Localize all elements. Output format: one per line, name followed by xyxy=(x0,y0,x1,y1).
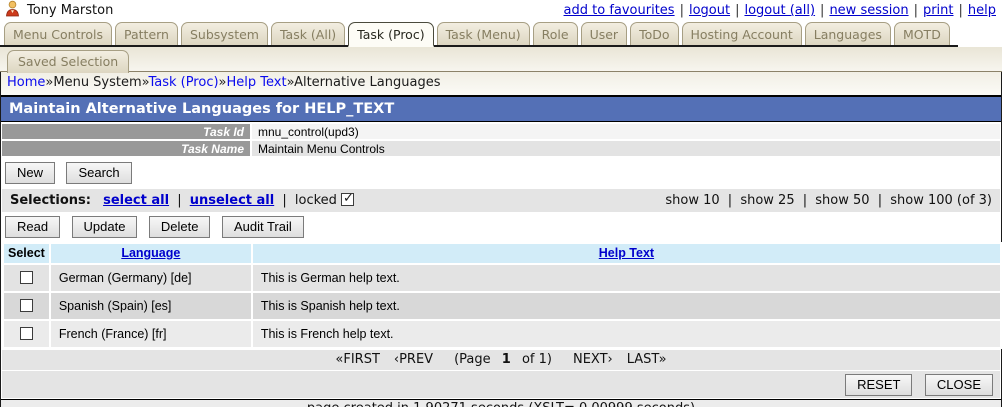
link-help[interactable]: help xyxy=(968,3,996,18)
locked-label: locked xyxy=(294,192,337,208)
select-all-link[interactable]: select all xyxy=(103,193,169,208)
tab-hosting-account[interactable]: Hosting Account xyxy=(681,22,802,45)
language-cell: French (France) [fr] xyxy=(50,321,251,347)
search-button[interactable]: Search xyxy=(66,162,132,184)
languages-table: Select Language Help Text German (German… xyxy=(2,242,1002,349)
language-cell: Spanish (Spain) [es] xyxy=(50,293,251,319)
table-row: German (Germany) [de] This is German hel… xyxy=(4,265,1000,291)
breadcrumb-task-proc[interactable]: Task (Proc) xyxy=(148,75,218,90)
delete-button[interactable]: Delete xyxy=(148,216,211,238)
page-indicator: (Page 1 of 1) xyxy=(454,352,552,367)
link-print[interactable]: print xyxy=(923,3,954,18)
last-page-link[interactable]: LAST» xyxy=(627,352,667,367)
help-text-cell: This is Spanish help text. xyxy=(252,293,1000,319)
task-name-value: Maintain Menu Controls xyxy=(252,141,1000,156)
new-button[interactable]: New xyxy=(5,162,56,184)
tab-user[interactable]: User xyxy=(580,22,628,45)
secondary-tab-bar: Saved Selection xyxy=(0,47,1002,73)
detail-row-task-id: Task Id mnu_control(upd3) xyxy=(2,124,1000,139)
pagination-bar: «FIRST ‹PREV (Page 1 of 1) NEXT› LAST» xyxy=(2,350,1000,370)
close-button[interactable]: CLOSE xyxy=(924,374,993,396)
top-bar: Tony Marston add to favourites | logout | … xyxy=(0,0,1002,20)
language-cell: German (Germany) [de] xyxy=(50,265,251,291)
current-page-number: 1 xyxy=(501,352,511,367)
tab-saved-selection[interactable]: Saved Selection xyxy=(7,50,130,73)
tab-todo[interactable]: ToDo xyxy=(630,22,679,45)
selections-label: Selections: xyxy=(10,192,91,208)
read-button[interactable]: Read xyxy=(5,216,61,238)
content-frame: Home Menu System Task (Proc) Help Text Alter… xyxy=(0,72,1002,407)
user-icon xyxy=(4,0,21,21)
tab-languages[interactable]: Languages xyxy=(804,22,891,45)
update-button[interactable]: Update xyxy=(71,216,138,238)
audit-trail-button[interactable]: Audit Trail xyxy=(221,216,304,238)
tab-pattern[interactable]: Pattern xyxy=(115,22,178,45)
show-100-option[interactable]: show 100 xyxy=(890,193,953,208)
selections-bar: Selections: select all | unselect all | … xyxy=(2,189,1000,212)
user-name: Tony Marston xyxy=(27,3,114,18)
tab-motd[interactable]: MOTD xyxy=(893,22,950,45)
task-id-label: Task Id xyxy=(2,124,250,139)
selections-left: Selections: select all | unselect all | … xyxy=(10,191,355,208)
prev-page-link[interactable]: ‹PREV xyxy=(394,352,433,367)
detail-row-task-name: Task Name Maintain Menu Controls xyxy=(2,141,1000,156)
top-button-row: New Search xyxy=(1,159,1001,188)
show-options: show 10 | show 25 | show 50 | show 100 (… xyxy=(665,192,992,208)
show-10-option[interactable]: show 10 xyxy=(665,193,719,208)
link-logout[interactable]: logout xyxy=(689,3,730,18)
help-text-column-sort-link[interactable]: Help Text xyxy=(599,246,654,260)
help-text-cell: This is German help text. xyxy=(252,265,1000,291)
breadcrumb-home[interactable]: Home xyxy=(7,75,45,90)
reset-button[interactable]: RESET xyxy=(845,374,913,396)
tab-task-all[interactable]: Task (All) xyxy=(270,22,346,45)
breadcrumb: Home Menu System Task (Proc) Help Text Alter… xyxy=(1,72,1001,95)
mid-button-row: Read Update Delete Audit Trail xyxy=(1,213,1001,242)
tab-role[interactable]: Role xyxy=(532,22,578,45)
total-count: (of 3) xyxy=(956,192,992,208)
row-select-checkbox[interactable] xyxy=(19,299,33,312)
breadcrumb-menu-system: Menu System xyxy=(53,75,142,90)
table-row: French (France) [fr] This is French help… xyxy=(4,321,1000,347)
task-name-label: Task Name xyxy=(2,141,250,156)
help-text-cell: This is French help text. xyxy=(252,321,1000,347)
tab-subsystem[interactable]: Subsystem xyxy=(180,22,268,45)
locked-checkbox[interactable] xyxy=(341,191,355,206)
breadcrumb-current: Alternative Languages xyxy=(294,75,441,90)
tab-task-proc[interactable]: Task (Proc) xyxy=(348,22,434,47)
tab-menu-controls[interactable]: Menu Controls xyxy=(4,22,112,45)
task-id-value: mnu_control(upd3) xyxy=(252,124,1000,139)
row-select-checkbox[interactable] xyxy=(19,327,33,340)
select-column-header: Select xyxy=(4,244,49,263)
tab-task-menu[interactable]: Task (Menu) xyxy=(436,22,530,45)
first-page-link[interactable]: «FIRST xyxy=(335,352,380,367)
show-50-option[interactable]: show 50 xyxy=(815,193,869,208)
unselect-all-link[interactable]: unselect all xyxy=(190,193,274,208)
bottom-button-row: RESET CLOSE xyxy=(2,371,1000,398)
link-logout-all[interactable]: logout (all) xyxy=(744,3,815,18)
table-row: Spanish (Spain) [es] This is Spanish hel… xyxy=(4,293,1000,319)
show-25-option[interactable]: show 25 xyxy=(740,193,794,208)
task-details: Task Id mnu_control(upd3) Task Name Main… xyxy=(1,122,1001,159)
next-page-link[interactable]: NEXT› xyxy=(573,352,613,367)
link-new-session[interactable]: new session xyxy=(829,3,908,18)
page-title: Maintain Alternative Languages for HELP_… xyxy=(1,95,1001,122)
page-timing: page created in 1.90271 seconds (XSLT= 0… xyxy=(1,399,1001,407)
tab-bar: Menu Controls Pattern Subsystem Task (Al… xyxy=(0,20,1002,47)
language-column-sort-link[interactable]: Language xyxy=(121,246,180,260)
top-links: add to favourites | logout | logout (all) |… xyxy=(563,3,996,18)
row-select-checkbox[interactable] xyxy=(19,271,33,284)
table-header-row: Select Language Help Text xyxy=(4,244,1000,263)
link-add-to-favourites[interactable]: add to favourites xyxy=(564,3,675,18)
breadcrumb-help-text[interactable]: Help Text xyxy=(227,75,287,90)
